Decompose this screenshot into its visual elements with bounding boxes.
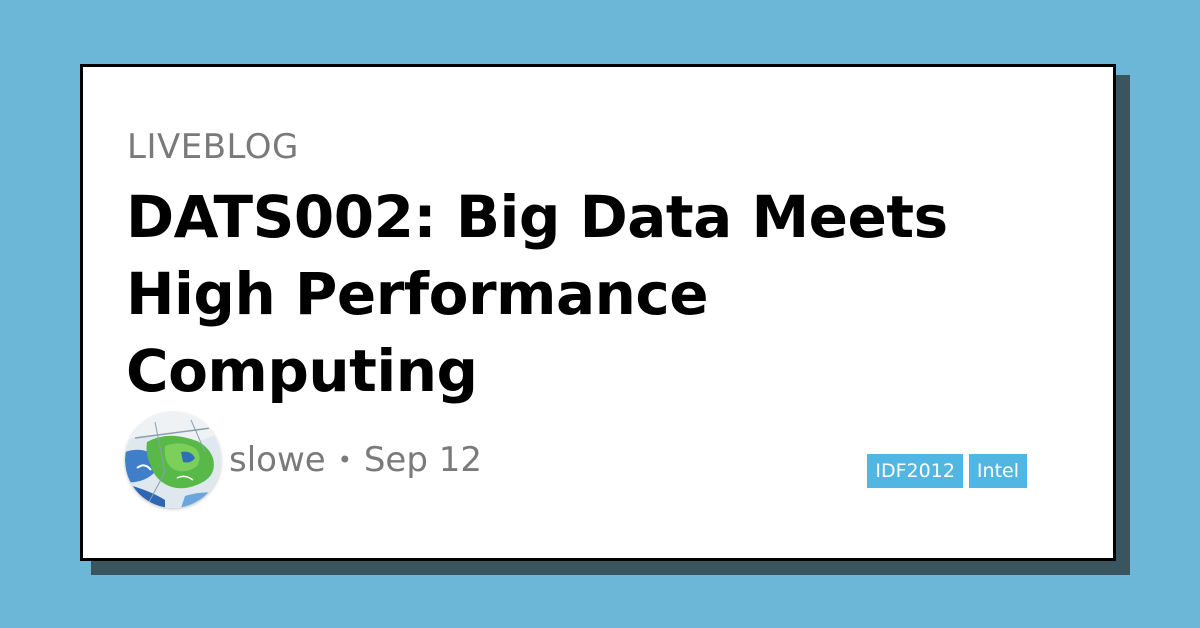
tag-list: IDF2012 Intel [867, 454, 1027, 488]
tag-idf2012[interactable]: IDF2012 [867, 454, 963, 488]
post-card[interactable]: LIVEBLOG DATS002: Big Data Meets High Pe… [80, 64, 1116, 561]
byline-separator: • [337, 446, 352, 474]
post-date: Sep 12 [363, 440, 482, 480]
post-kicker: LIVEBLOG [127, 127, 299, 167]
tag-intel[interactable]: Intel [968, 454, 1027, 488]
byline: slowe • Sep 12 [229, 440, 482, 480]
author-avatar[interactable] [125, 412, 221, 508]
post-title[interactable]: DATS002: Big Data Meets High Performance… [126, 179, 1076, 410]
author-name[interactable]: slowe [229, 440, 326, 480]
map-avatar-icon [125, 412, 221, 508]
post-meta: slowe • Sep 12 [125, 412, 482, 508]
